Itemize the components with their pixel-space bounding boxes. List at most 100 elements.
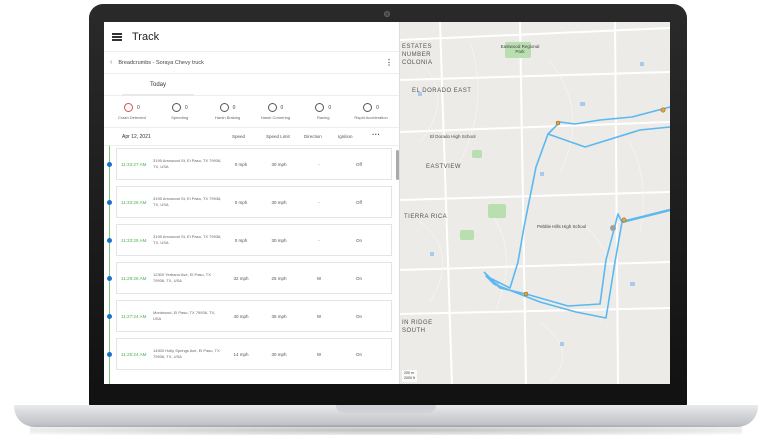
row-time: 11:33:25 AM bbox=[121, 237, 147, 243]
chevron-left-icon[interactable]: ‹ bbox=[110, 59, 112, 66]
row-ignition: On bbox=[355, 237, 362, 243]
scrollbar[interactable] bbox=[396, 150, 399, 180]
more-options-icon[interactable]: ⋮ bbox=[385, 58, 393, 67]
event-crash[interactable]: 0 Crash Detected bbox=[108, 103, 156, 120]
table-row[interactable]: 11:29:26 AM 12300 Yerbano Ave, El Paso, … bbox=[104, 260, 394, 296]
hamburger-menu-icon[interactable] bbox=[112, 32, 122, 41]
row-card[interactable]: 11:33:25 AM 3195 Arrowood St, El Paso, T… bbox=[116, 224, 392, 256]
row-speed: 40 mph bbox=[233, 313, 249, 319]
table-date: Apr 12, 2021 bbox=[122, 133, 151, 140]
row-card[interactable]: 11:27:24 AM Montwood, El Paso, TX 79936,… bbox=[116, 300, 392, 332]
school-pin-icon[interactable] bbox=[610, 225, 616, 231]
row-time: 11:29:26 AM bbox=[121, 275, 147, 281]
table-row[interactable]: 11:33:26 AM 3195 Arrowood St, El Paso, T… bbox=[104, 184, 394, 220]
row-ignition: On bbox=[355, 275, 362, 281]
row-card[interactable]: 11:33:27 AM 3195 Arrowood St, El Paso, T… bbox=[116, 148, 392, 180]
scale-imperial: 2000 ft bbox=[404, 376, 415, 380]
event-summary: 0 Crash Detected 0 Speeding 0 Harsh Brak… bbox=[104, 96, 399, 128]
map-water bbox=[418, 62, 644, 346]
map-label-tierra: TIERRA RICA bbox=[404, 214, 448, 220]
row-direction: W bbox=[316, 351, 322, 357]
row-time: 11:27:24 AM bbox=[121, 313, 147, 319]
header-direction: Direction bbox=[304, 134, 322, 139]
tab-today[interactable]: Today bbox=[122, 74, 194, 96]
event-count: 0 bbox=[184, 104, 188, 111]
header-ignition: Ignition bbox=[338, 134, 353, 139]
row-card[interactable]: 11:25:24 AM 14300 Holly Springs Ave, El … bbox=[116, 338, 392, 370]
row-card[interactable]: 11:29:26 AM 12300 Yerbano Ave, El Paso, … bbox=[116, 262, 392, 294]
event-label: Harsh Braking bbox=[214, 115, 241, 120]
row-address: 12300 Yerbano Ave, El Paso, TX 79936, TX… bbox=[153, 271, 211, 284]
event-harsh-cornering[interactable]: 0 Harsh Cornering bbox=[251, 103, 299, 120]
map-label-south: SOUTH bbox=[402, 328, 426, 334]
event-harsh-braking[interactable]: 0 Harsh Braking bbox=[204, 103, 252, 120]
event-rapid-acceleration[interactable]: 0 Rapid Acceleration bbox=[347, 103, 395, 120]
page-title: Track bbox=[132, 30, 160, 43]
row-address: 3195 Arrowood St, El Paso, TX 79936, TX,… bbox=[153, 233, 222, 246]
map-label-highschool: El Dorado High School bbox=[430, 134, 476, 139]
map-view[interactable]: ESTATES NUMBER COLONIA Eastwood Regional… bbox=[399, 22, 670, 384]
event-racing[interactable]: 0 Racing bbox=[299, 103, 347, 120]
row-speed: 0 mph bbox=[234, 237, 248, 243]
breadcrumb-list[interactable]: 11:33:27 AM 3195 Arrowood St, El Paso, T… bbox=[104, 146, 399, 384]
acceleration-icon bbox=[363, 103, 373, 112]
row-time: 11:33:27 AM bbox=[121, 161, 147, 167]
laptop-screen: Track ‹ Breadcrumbs - Soraya Chevy truck… bbox=[104, 22, 670, 384]
row-ignition: On bbox=[355, 313, 362, 319]
row-speed: 0 mph bbox=[234, 161, 248, 167]
row-ignition: Off bbox=[356, 199, 362, 205]
braking-icon bbox=[219, 103, 229, 112]
table-row[interactable]: 11:27:24 AM Montwood, El Paso, TX 79936,… bbox=[104, 298, 394, 334]
event-label: Rapid Acceleration bbox=[354, 115, 388, 120]
row-speed-limit: 30 mph bbox=[271, 161, 287, 167]
timeline-dot bbox=[107, 199, 112, 205]
event-count: 0 bbox=[232, 104, 236, 111]
row-direction: - bbox=[318, 199, 320, 205]
track-panel: Track ‹ Breadcrumbs - Soraya Chevy truck… bbox=[104, 22, 400, 384]
route-path bbox=[483, 106, 670, 319]
table-more-icon[interactable]: ··· bbox=[372, 130, 380, 139]
event-count: 0 bbox=[328, 104, 332, 111]
timeline-dot bbox=[107, 351, 112, 357]
row-speed: 32 mph bbox=[233, 275, 249, 281]
event-count: 0 bbox=[280, 104, 284, 111]
header-speed: Speed bbox=[232, 134, 246, 139]
event-label: Speeding bbox=[171, 115, 189, 120]
row-speed: 14 mph bbox=[233, 351, 249, 357]
speedometer-icon bbox=[171, 103, 181, 112]
map-streets bbox=[399, 22, 670, 384]
top-bar: Track bbox=[104, 22, 399, 52]
event-label: Racing bbox=[317, 115, 330, 120]
laptop-notch bbox=[336, 405, 436, 413]
row-card[interactable]: 11:33:26 AM 3195 Arrowood St, El Paso, T… bbox=[116, 186, 392, 218]
map-label-park: Eastwood Regional Park bbox=[500, 44, 540, 54]
event-speeding[interactable]: 0 Speeding bbox=[156, 103, 204, 120]
event-count: 0 bbox=[137, 104, 140, 111]
racing-icon bbox=[315, 103, 325, 112]
map-label-pebble: Pebble Hills High School bbox=[537, 224, 587, 229]
event-label: Crash Detected bbox=[118, 115, 146, 120]
table-row[interactable]: 11:33:25 AM 3195 Arrowood St, El Paso, T… bbox=[104, 222, 394, 258]
row-time: 11:33:26 AM bbox=[121, 199, 147, 205]
route-markers bbox=[523, 107, 666, 297]
timeline-dot bbox=[107, 237, 112, 243]
row-speed-limit: 30 mph bbox=[271, 199, 287, 205]
breadcrumb-text: Breadcrumbs - Soraya Chevy truck bbox=[118, 59, 204, 66]
row-address: Montwood, El Paso, TX 79936, TX, USA bbox=[153, 309, 216, 322]
row-speed-limit: 35 mph bbox=[271, 313, 287, 319]
table-row[interactable]: 11:25:24 AM 14300 Holly Springs Ave, El … bbox=[104, 336, 394, 372]
tab-bar: Today bbox=[104, 74, 399, 96]
row-address: 14300 Holly Springs Ave, El Paso, TX 799… bbox=[153, 347, 220, 360]
cornering-icon bbox=[267, 103, 277, 112]
timeline-dot bbox=[107, 275, 112, 281]
map-label-eastview: EASTVIEW bbox=[426, 164, 462, 170]
table-header: Apr 12, 2021 Speed Speed Limit Direction… bbox=[104, 128, 399, 146]
row-direction: W bbox=[316, 275, 322, 281]
row-speed-limit: 30 mph bbox=[271, 237, 287, 243]
table-row[interactable]: 11:33:27 AM 3195 Arrowood St, El Paso, T… bbox=[104, 146, 394, 182]
row-direction: - bbox=[318, 161, 320, 167]
laptop-mockup: Track ‹ Breadcrumbs - Soraya Chevy truck… bbox=[0, 0, 771, 442]
map-label-ridge: IN RIDGE bbox=[402, 320, 433, 326]
row-direction: W bbox=[316, 313, 322, 319]
laptop-shadow bbox=[30, 425, 742, 435]
